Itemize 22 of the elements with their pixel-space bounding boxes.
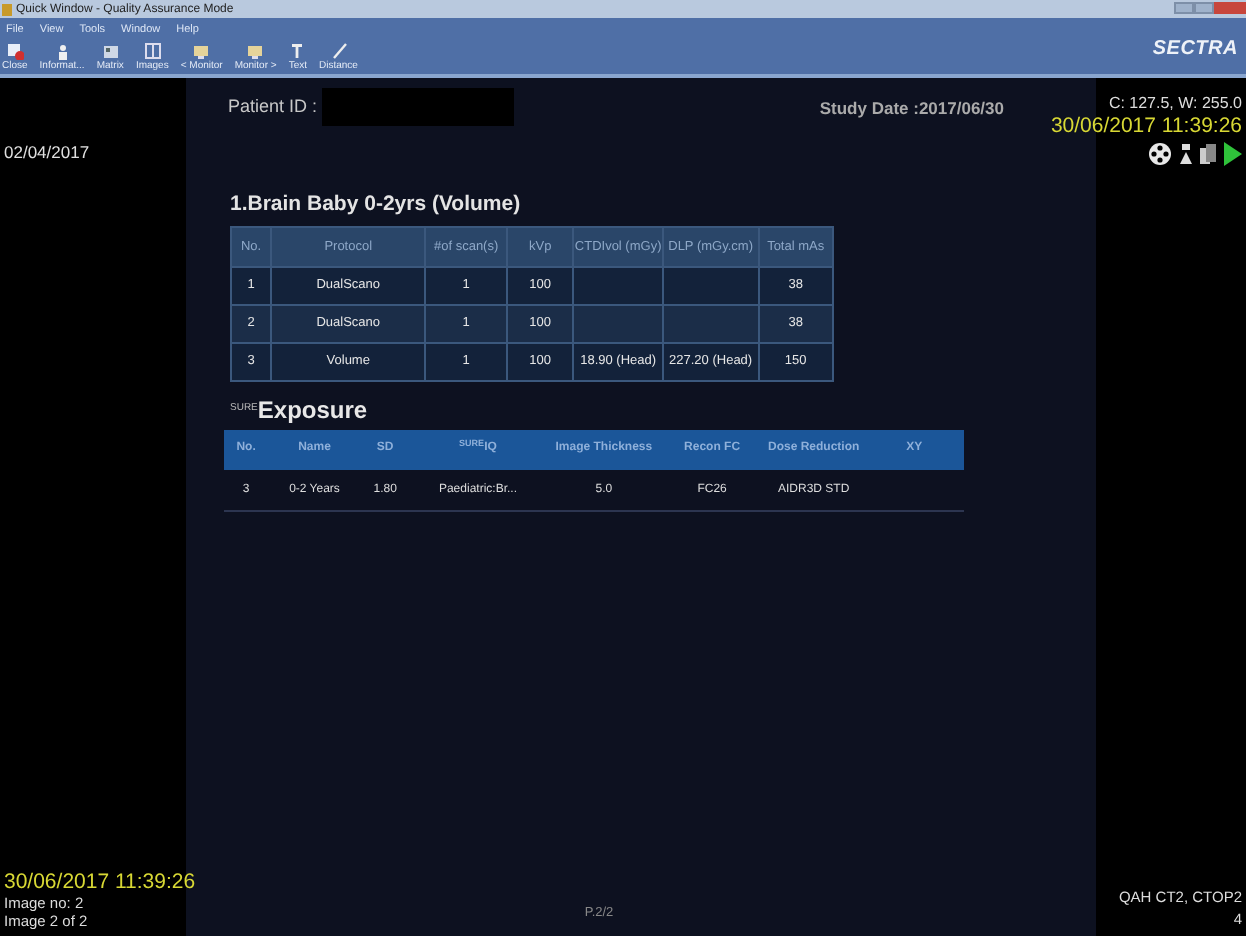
text-icon bbox=[288, 42, 307, 60]
patient-id-label: Patient ID : bbox=[228, 93, 318, 120]
brand-logo: SECTRA bbox=[1152, 36, 1238, 64]
exposure-title: Exposure bbox=[257, 397, 368, 422]
app-icon bbox=[2, 3, 12, 15]
close-icon bbox=[5, 42, 24, 60]
ruler-line-icon bbox=[329, 42, 348, 60]
timestamp: 30/06/2017 11:39:26 bbox=[4, 872, 196, 894]
section-title: 1.Brain Baby 0-2yrs (Volume) bbox=[230, 190, 523, 220]
close-button[interactable] bbox=[1214, 1, 1246, 13]
panels-icon bbox=[143, 42, 162, 60]
date-label: 02/04/2017 bbox=[4, 140, 90, 166]
film-reel-icon[interactable] bbox=[1148, 142, 1172, 166]
stack-icon[interactable] bbox=[1200, 143, 1218, 165]
monitor-icon bbox=[192, 42, 211, 60]
person-icon bbox=[53, 42, 72, 60]
window-level: C: 127.5, W: 255.0 bbox=[1108, 92, 1242, 116]
monitor-icon bbox=[246, 42, 265, 60]
play-icon[interactable] bbox=[1224, 142, 1242, 166]
grid-icon bbox=[101, 42, 120, 60]
study-date: Study Date :2017/06/30 bbox=[819, 96, 1004, 122]
timestamp: 30/06/2017 11:39:26 bbox=[1050, 116, 1242, 136]
